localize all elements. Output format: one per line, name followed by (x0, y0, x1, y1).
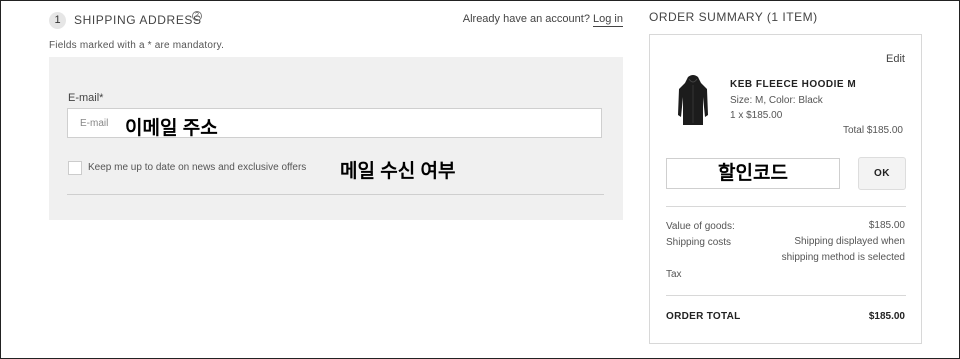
help-icon[interactable]: ? (192, 11, 202, 21)
email-placeholder: E-mail (80, 118, 109, 129)
shipping-costs-value: Shipping displayed when shipping method … (782, 234, 905, 266)
account-prompt-text: Already have an account? (462, 13, 590, 25)
newsletter-annotation: 메일 수신 여부 (340, 161, 456, 182)
product-name[interactable]: KEB FLEECE HOODIE M (730, 79, 856, 90)
order-summary-title: ORDER SUMMARY (1 ITEM) (649, 10, 818, 24)
email-annotation: 이메일 주소 (125, 118, 218, 139)
order-summary-panel: Edit KEB FLEECE HOODIE M Size: M, Color:… (649, 34, 922, 344)
tax-label: Tax (666, 269, 682, 280)
account-prompt: Already have an account? Log in (462, 13, 623, 27)
shipping-address-title: SHIPPING ADDRESS (74, 13, 202, 27)
discount-code-annotation: 할인코드 (718, 163, 788, 184)
apply-discount-button[interactable]: OK (858, 157, 906, 190)
product-variant: Size: M, Color: Black (730, 95, 823, 106)
discount-code-field[interactable]: 할인코드 (666, 158, 840, 189)
shipping-costs-line-2: shipping method is selected (781, 252, 905, 263)
summary-divider-bottom (666, 295, 906, 296)
product-total: Total $185.00 (842, 125, 903, 136)
value-of-goods-label: Value of goods: (666, 221, 735, 232)
hoodie-icon (678, 75, 708, 125)
newsletter-checkbox[interactable] (68, 161, 82, 175)
login-link[interactable]: Log in (593, 13, 623, 27)
order-total-label: ORDER TOTAL (666, 311, 741, 322)
edit-cart-link[interactable]: Edit (886, 53, 905, 65)
shipping-form: E-mail* E-mail 이메일 주소 Keep me up to date… (49, 57, 623, 220)
value-of-goods-value: $185.00 (868, 220, 905, 231)
email-label: E-mail* (68, 92, 104, 104)
order-total-value: $185.00 (868, 311, 905, 322)
mandatory-note: Fields marked with a * are mandatory. (49, 40, 225, 51)
email-field[interactable]: E-mail 이메일 주소 (67, 108, 602, 139)
shipping-costs-line-1: Shipping displayed when (794, 236, 905, 247)
step-number-badge: 1 (49, 12, 66, 29)
summary-divider-top (666, 206, 906, 207)
form-divider (67, 194, 604, 195)
shipping-costs-label: Shipping costs (666, 237, 732, 248)
newsletter-label[interactable]: Keep me up to date on news and exclusive… (88, 162, 306, 173)
product-quantity-price: 1 x $185.00 (730, 110, 783, 121)
